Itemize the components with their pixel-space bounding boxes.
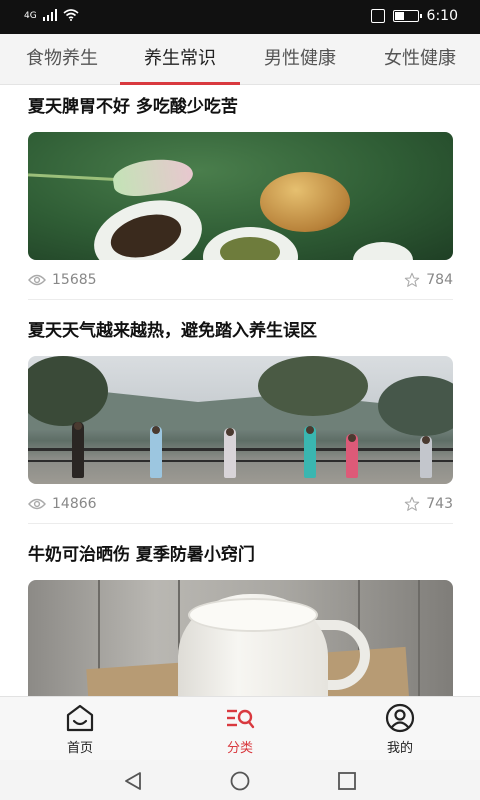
tab-men-health[interactable]: 男性健康	[252, 34, 348, 85]
category-tabs: 食物养生 养生常识 男性健康 女性健康	[0, 34, 480, 85]
home-circle-icon[interactable]	[229, 770, 251, 792]
battery-icon	[392, 10, 422, 22]
nav-home[interactable]: 首页	[40, 703, 120, 756]
tab-health-knowledge[interactable]: 养生常识	[120, 34, 240, 85]
system-navigation-bar	[0, 760, 480, 800]
back-triangle-icon[interactable]	[122, 770, 144, 792]
article-image-tea[interactable]	[28, 132, 453, 260]
recents-square-icon[interactable]	[336, 770, 358, 792]
star-icon	[405, 272, 420, 287]
signal-group: 4G	[24, 9, 79, 21]
view-count: 14866	[28, 496, 97, 512]
wifi-icon	[63, 9, 79, 21]
nav-category-label: 分类	[226, 741, 253, 756]
status-right-group: 6:10	[370, 8, 458, 24]
eye-icon	[28, 274, 46, 285]
vibrate-icon	[370, 9, 385, 23]
star-count[interactable]: 784	[404, 272, 453, 288]
signal-strength-icon	[42, 9, 57, 21]
star-count-value: 784	[426, 271, 453, 288]
nav-home-label: 首页	[66, 741, 93, 756]
home-face-icon	[66, 704, 94, 732]
category-search-icon	[227, 709, 255, 729]
user-profile-icon	[385, 703, 415, 733]
nav-profile-label: 我的	[386, 741, 413, 756]
article-image-park[interactable]	[28, 356, 453, 484]
nav-profile[interactable]: 我的	[360, 703, 440, 756]
article-card[interactable]: 夏天脾胃不好 多吃酸少吃苦 15685 784	[28, 94, 453, 300]
tab-women-health[interactable]: 女性健康	[372, 34, 468, 85]
article-image-milk[interactable]	[28, 580, 453, 696]
star-count[interactable]: 743	[404, 496, 453, 512]
star-icon	[405, 496, 420, 511]
nav-category[interactable]: 分类	[200, 703, 280, 756]
bottom-navigation: 首页 分类 我的	[0, 696, 480, 760]
network-type-label: 4G	[24, 11, 37, 21]
status-bar: 4G 6:10	[0, 0, 480, 34]
article-feed[interactable]: 夏天脾胃不好 多吃酸少吃苦 15685 784 夏天天气越来越热，避免踏入养生误…	[0, 85, 480, 696]
article-stats: 14866 743	[28, 484, 453, 524]
article-title[interactable]: 夏天脾胃不好 多吃酸少吃苦	[28, 94, 453, 120]
star-count-value: 743	[426, 495, 453, 512]
eye-icon	[28, 498, 46, 509]
view-count-value: 15685	[52, 271, 97, 288]
view-count: 15685	[28, 272, 97, 288]
view-count-value: 14866	[52, 495, 97, 512]
article-card[interactable]: 牛奶可治晒伤 夏季防暑小窍门	[28, 542, 453, 696]
clock: 6:10	[426, 8, 458, 24]
article-title[interactable]: 夏天天气越来越热，避免踏入养生误区	[28, 318, 453, 344]
article-stats: 15685 784	[28, 260, 453, 300]
tab-food-health[interactable]: 食物养生	[14, 34, 110, 85]
article-title[interactable]: 牛奶可治晒伤 夏季防暑小窍门	[28, 542, 453, 568]
article-card[interactable]: 夏天天气越来越热，避免踏入养生误区 14866 743	[28, 318, 453, 524]
